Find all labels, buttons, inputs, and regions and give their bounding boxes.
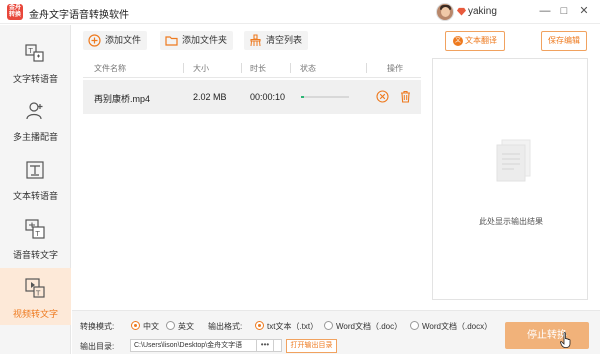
column-divider — [290, 63, 291, 73]
stop-conversion-button[interactable]: 停止转换 — [505, 322, 589, 349]
app-logo: 金舟 转换 — [7, 4, 23, 20]
add-file-button[interactable]: 添加文件 — [83, 31, 147, 50]
column-divider — [241, 63, 242, 73]
broom-icon — [249, 34, 262, 47]
sidebar-item-label: 文字转语音 — [12, 74, 58, 84]
column-divider — [183, 63, 184, 73]
username[interactable]: yaking — [468, 6, 497, 17]
bottom-settings-bar: 转换模式: 中文 英文 输出格式: txt文本（.txt） Word文档（.do… — [72, 310, 600, 354]
mode-option-chinese: 中文 — [143, 322, 159, 331]
output-panel[interactable]: 此处显示输出结果 — [432, 58, 588, 300]
speech-to-text-icon: T — [25, 219, 45, 239]
table-row[interactable]: 再别康桥.mp4 2.02 MB 00:00:10 — [83, 80, 421, 114]
progress-bar — [301, 96, 349, 98]
sidebar-item-text-to-speech[interactable]: T 文字转语音 — [0, 33, 71, 90]
close-button[interactable]: ✕ — [576, 3, 592, 19]
sidebar-item-document-to-speech[interactable]: 文本转语音 — [0, 150, 71, 207]
file-name: 再别康桥.mp4 — [94, 94, 151, 104]
translate-button[interactable]: 文文本翻译 — [445, 31, 505, 51]
plus-circle-icon — [88, 34, 101, 47]
sidebar-item-label: 视频转文字 — [12, 309, 58, 319]
mode-label: 转换模式: — [80, 322, 115, 331]
avatar[interactable] — [436, 3, 454, 21]
sidebar-item-label: 多主播配音 — [12, 132, 58, 142]
svg-text:T: T — [35, 230, 41, 238]
column-header-name: 文件名称 — [94, 64, 126, 73]
column-header-duration: 时长 — [250, 64, 266, 73]
hand-cursor-icon — [560, 332, 572, 348]
mode-radio-english[interactable] — [166, 321, 175, 330]
add-folder-button[interactable]: 添加文件夹 — [160, 31, 233, 50]
translate-label: 文本翻译 — [465, 36, 497, 45]
progress-fill — [301, 96, 304, 98]
document-icon — [492, 138, 534, 184]
format-radio-docx[interactable] — [410, 321, 419, 330]
clear-list-label: 清空列表 — [266, 35, 303, 45]
open-output-dir-button[interactable]: 打开输出目录 — [286, 339, 337, 353]
svg-text:T: T — [35, 290, 41, 298]
folder-icon — [165, 34, 178, 47]
save-edit-button[interactable]: 保存编辑 — [541, 31, 587, 51]
sidebar-item-multi-speaker[interactable]: 多主播配音 — [0, 91, 71, 148]
file-table-header: 文件名称 大小 时长 状态 操作 — [83, 58, 421, 78]
output-placeholder: 此处显示输出结果 — [479, 217, 543, 226]
column-header-actions: 操作 — [387, 64, 403, 73]
column-header-size: 大小 — [193, 64, 209, 73]
delete-icon[interactable] — [399, 90, 412, 103]
add-folder-label: 添加文件夹 — [182, 35, 228, 45]
mode-radio-chinese[interactable] — [131, 321, 140, 330]
format-option-doc: Word文档（.doc） — [336, 322, 403, 331]
title-bar: 金舟 转换 金舟文字语音转换软件 yaking — □ ✕ — [0, 0, 600, 24]
sidebar-item-video-to-text[interactable]: T 视频转文字 — [0, 268, 71, 325]
format-radio-txt[interactable] — [255, 321, 264, 330]
mode-option-english: 英文 — [178, 322, 194, 331]
format-option-docx: Word文档（.docx） — [422, 322, 493, 331]
sidebar: T 文字转语音 多主播配音 文本转语音 T 语音转文字 T 视频转文字 — [0, 25, 71, 354]
multi-speaker-icon — [25, 101, 45, 121]
sidebar-item-label: 语音转文字 — [12, 250, 58, 260]
translate-icon: 文 — [453, 35, 463, 46]
format-option-txt: txt文本（.txt） — [267, 322, 319, 331]
video-to-text-icon: T — [25, 278, 45, 298]
diamond-icon — [457, 7, 466, 16]
app-logo-text: 金舟 转换 — [8, 5, 21, 18]
browse-button[interactable]: ••• — [256, 339, 274, 352]
text-to-speech-icon: T — [25, 43, 45, 63]
sidebar-item-speech-to-text[interactable]: T 语音转文字 — [0, 209, 71, 266]
column-header-status: 状态 — [300, 64, 316, 73]
maximize-button[interactable]: □ — [556, 3, 572, 19]
minimize-button[interactable]: — — [537, 3, 553, 19]
output-dir-label: 输出目录: — [80, 342, 115, 351]
format-radio-doc[interactable] — [324, 321, 333, 330]
add-file-label: 添加文件 — [105, 35, 142, 45]
document-to-speech-icon — [25, 160, 45, 180]
sidebar-item-label: 文本转语音 — [12, 191, 58, 201]
file-size: 2.02 MB — [193, 92, 227, 102]
format-label: 输出格式: — [208, 322, 243, 331]
app-title: 金舟文字语音转换软件 — [29, 10, 129, 21]
svg-text:T: T — [28, 47, 34, 55]
cancel-icon[interactable] — [376, 90, 389, 103]
clear-list-button[interactable]: 清空列表 — [244, 31, 308, 50]
column-divider — [366, 63, 367, 73]
file-duration: 00:00:10 — [250, 92, 286, 102]
